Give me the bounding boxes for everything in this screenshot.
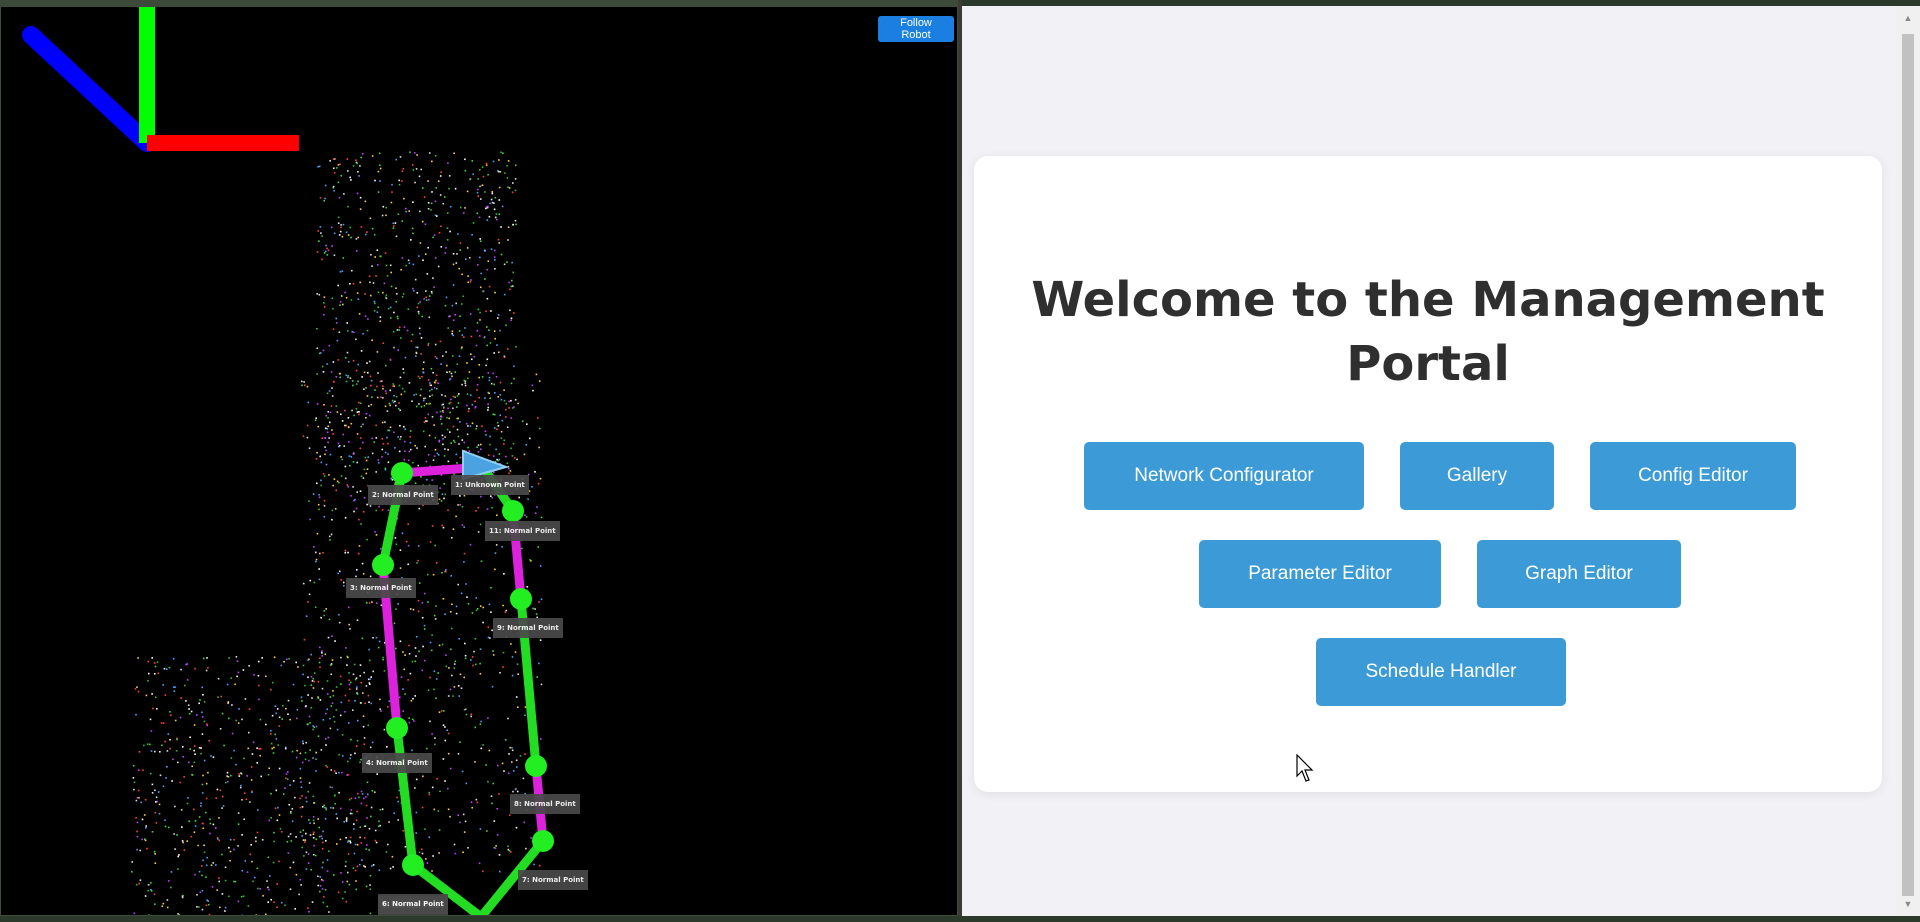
waypoint-node xyxy=(391,462,413,484)
waypoint-label: 9: Normal Point xyxy=(493,618,563,638)
scroll-up-icon[interactable]: ▲ xyxy=(1896,8,1920,28)
gallery-button[interactable]: Gallery xyxy=(1400,442,1554,510)
scene-canvas[interactable] xyxy=(1,1,958,916)
waypoint-label: 8: Normal Point xyxy=(510,794,580,814)
waypoint-label: 7: Normal Point xyxy=(518,870,588,890)
follow-robot-button[interactable]: Follow Robot xyxy=(878,16,954,42)
graph-editor-button[interactable]: Graph Editor xyxy=(1477,540,1681,608)
bottom-border xyxy=(0,916,1920,922)
waypoint-label: 3: Normal Point xyxy=(346,578,416,598)
scroll-thumb[interactable] xyxy=(1902,34,1914,896)
waypoint-label: 11: Normal Point xyxy=(485,521,560,541)
page-title: Welcome to the Management Portal xyxy=(1031,272,1825,392)
waypoint-node xyxy=(386,717,408,739)
mouse-cursor-icon xyxy=(1296,754,1314,782)
waypoint-node xyxy=(525,755,547,777)
waypoint-label: 4: Normal Point xyxy=(362,753,432,773)
schedule-handler-button[interactable]: Schedule Handler xyxy=(1316,638,1566,706)
viewer-top-border xyxy=(1,1,957,7)
path-segment xyxy=(392,727,418,866)
waypoint-label: 1: Unknown Point xyxy=(451,475,529,495)
waypoint-node xyxy=(532,830,554,852)
waypoint-node xyxy=(402,854,424,876)
management-portal: Welcome to the Management Portal Network… xyxy=(962,6,1896,916)
waypoint-node xyxy=(510,588,532,610)
parameter-editor-button[interactable]: Parameter Editor xyxy=(1199,540,1441,608)
waypoint-node xyxy=(372,554,394,576)
welcome-card: Welcome to the Management Portal Network… xyxy=(974,156,1882,792)
config-editor-button[interactable]: Config Editor xyxy=(1590,442,1796,510)
waypoint-label: 6: Normal Point xyxy=(378,894,448,914)
network-configurator-button[interactable]: Network Configurator xyxy=(1084,442,1364,510)
scroll-down-icon[interactable]: ▼ xyxy=(1896,894,1920,914)
axes-gizmo xyxy=(22,7,299,152)
robot-3d-viewer[interactable]: Follow Robot 1: Unknown Point 2: Normal P… xyxy=(0,0,958,916)
point-cloud xyxy=(131,151,543,915)
waypoint-label: 2: Normal Point xyxy=(368,485,438,505)
portal-scrollbar[interactable]: ▲ ▼ xyxy=(1896,6,1920,916)
waypoint-node xyxy=(502,500,524,522)
z-axis-icon xyxy=(22,26,156,152)
